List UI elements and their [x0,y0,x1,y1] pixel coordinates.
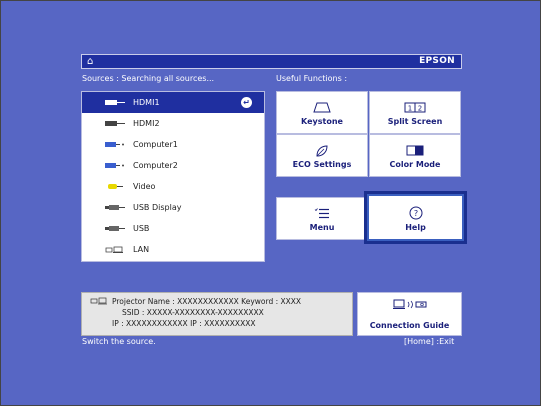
exit-hint: [Home] :Exit [404,337,455,346]
help-icon: ? [367,206,464,220]
source-label: Computer1 [133,140,178,149]
ip-line: IP : XXXXXXXXXXXX IP : XXXXXXXXXX [112,319,256,328]
menu-button[interactable]: Menu [276,197,368,240]
video-port-icon [108,184,123,189]
top-bar: ⌂ EPSON [81,54,462,69]
source-label: LAN [133,245,150,254]
lan-icon [105,246,123,253]
connection-guide-button[interactable]: Connection Guide [357,292,462,336]
menu-label: Menu [309,223,335,232]
home-icon[interactable]: ⌂ [87,55,93,68]
hdmi-icon [105,121,125,126]
source-item-hdmi1[interactable]: HDMI1 ↵ [82,92,264,113]
source-item-usb[interactable]: USB [82,218,264,239]
source-label: HDMI1 [133,98,160,107]
source-item-computer2[interactable]: Computer2 [82,155,264,176]
projector-name-line: Projector Name : XXXXXXXXXXXX Keyword : … [112,297,302,306]
keystone-icon [277,102,367,114]
usb-icon [105,226,125,231]
help-label: Help [405,223,426,232]
source-label: USB Display [133,203,182,212]
source-item-usb-display[interactable]: USB Display [82,197,264,218]
usb-display-icon [105,205,125,210]
svg-text:2: 2 [418,105,422,113]
network-icon [90,297,108,307]
color-mode-icon [370,145,460,157]
brand-logo: EPSON [419,56,455,66]
menu-icon [277,208,367,220]
split-screen-button[interactable]: 12 Split Screen [369,91,461,134]
source-label: Computer2 [133,161,178,170]
eco-settings-button[interactable]: ECO Settings [276,134,368,177]
keystone-label: Keystone [301,117,343,126]
source-label: Video [133,182,156,191]
projector-home-screen: ⌂ EPSON Sources : Searching all sources.… [0,0,541,406]
color-mode-label: Color Mode [389,160,441,169]
computer-port-icon [105,142,124,147]
svg-text:1: 1 [408,105,412,113]
sources-header: Sources : Searching all sources... [82,74,215,83]
source-label: HDMI2 [133,119,160,128]
connection-icon [358,299,461,312]
source-item-computer1[interactable]: Computer1 [82,134,264,155]
projector-info-panel: Projector Name : XXXXXXXXXXXX Keyword : … [81,292,353,336]
enter-icon: ↵ [241,97,252,108]
help-button[interactable]: ? Help [364,191,467,244]
keystone-button[interactable]: Keystone [276,91,368,134]
functions-header: Useful Functions : [276,74,348,83]
computer-port-icon [105,163,124,168]
color-mode-button[interactable]: Color Mode [369,134,461,177]
source-list: HDMI1 ↵ HDMI2 Computer1 Computer2 Video … [81,91,265,262]
source-item-hdmi2[interactable]: HDMI2 [82,113,264,134]
ssid-line: SSID : XXXXX-XXXXXXXX-XXXXXXXXX [122,308,264,317]
connection-guide-label: Connection Guide [369,321,450,330]
split-screen-icon: 12 [370,102,460,114]
source-item-lan[interactable]: LAN [82,239,264,260]
eco-settings-label: ECO Settings [292,160,352,169]
hdmi-icon [105,100,125,105]
source-label: USB [133,224,150,233]
leaf-icon [277,145,367,157]
status-message: Switch the source. [82,337,156,346]
svg-text:?: ? [413,209,417,218]
split-screen-label: Split Screen [387,117,443,126]
source-item-video[interactable]: Video [82,176,264,197]
